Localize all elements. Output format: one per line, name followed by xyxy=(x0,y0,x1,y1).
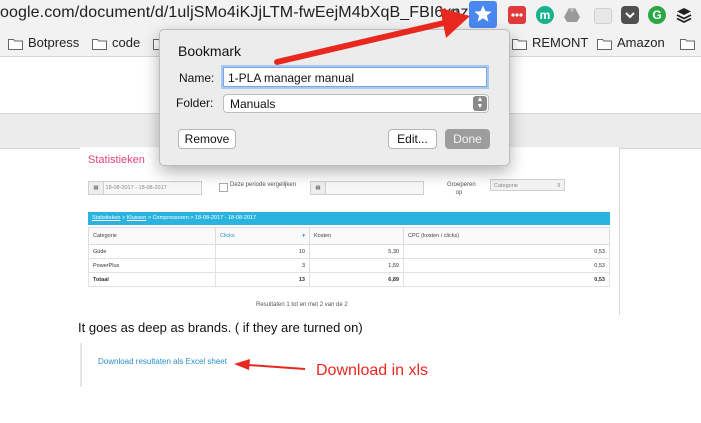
lastpass-icon[interactable] xyxy=(508,6,526,24)
cell-categorie: PowerPlus xyxy=(88,258,216,273)
column-header-label: Clicks xyxy=(220,233,235,239)
bookmark-star-button[interactable] xyxy=(469,1,497,28)
calendar-icon: ▦ xyxy=(311,182,326,194)
bookmark-amazon[interactable]: Amazon xyxy=(597,34,665,52)
page-edge-line xyxy=(619,147,620,315)
dialog-title: Bookmark xyxy=(178,43,242,59)
column-header[interactable]: Clicks ▾ xyxy=(215,227,310,245)
folder-label: Folder: xyxy=(176,96,214,110)
folder-select-value: Manuals xyxy=(230,97,276,111)
group-by-select[interactable]: Categorie ⇕ xyxy=(490,179,565,191)
chevron-updown-icon: ⇕ xyxy=(556,183,561,189)
table-header-row: Categorie Clicks ▾ Kosten CPC (kosten / c… xyxy=(88,227,610,245)
bookmark-dialog: Bookmark Name: 1-PLA manager manual Fold… xyxy=(159,29,510,166)
edit-button[interactable]: Edit... xyxy=(388,129,437,149)
group-by-value: Categorie xyxy=(494,183,518,189)
bookmark-label: REMONT xyxy=(532,35,589,50)
bookmark-label: code xyxy=(112,35,141,50)
chevron-updown-icon: ▲ ▼ xyxy=(473,96,487,111)
google-drive-icon[interactable] xyxy=(563,6,581,24)
folder-select[interactable]: Manuals ▲ ▼ xyxy=(223,94,489,113)
folder-icon xyxy=(597,38,612,50)
breadcrumb-compressoren: Compressoren xyxy=(152,215,189,221)
cell-total-clicks: 13 xyxy=(215,272,310,287)
remove-button[interactable]: Remove xyxy=(178,129,236,149)
cell-total-cpc: 0,53 xyxy=(403,272,610,287)
cell-clicks: 10 xyxy=(215,244,310,259)
results-count: Resultaten 1 tot en met 2 van de 2 xyxy=(256,302,348,308)
column-header[interactable]: Kosten xyxy=(309,227,404,245)
column-header[interactable]: Categorie xyxy=(88,227,216,245)
cell-cpc: 0,53 xyxy=(403,258,610,273)
date-range-input[interactable]: ▦ 18-08-2017 - 18-08-2017 xyxy=(88,181,202,195)
folder-icon xyxy=(8,38,23,50)
breadcrumb-separator: > xyxy=(121,215,126,221)
breadcrumb-separator: > xyxy=(190,215,194,221)
folder-icon xyxy=(512,38,527,50)
group-by-label: Groeperen op xyxy=(447,182,476,196)
search-icon[interactable] xyxy=(449,8,461,20)
column-header[interactable]: CPC (kosten / clicks) xyxy=(403,227,610,245)
bookmark-label: Amazon xyxy=(617,35,665,50)
doc-note-text: It goes as deep as brands. ( if they are… xyxy=(78,320,363,335)
table-total-row: Totaal 13 6,89 0,53 xyxy=(88,272,610,287)
cell-cpc: 0,53 xyxy=(403,244,610,259)
compare-label: Deze periode vergelijken xyxy=(230,182,297,188)
cell-total-kosten: 6,89 xyxy=(309,272,404,287)
window-extension-icon[interactable] xyxy=(594,8,612,24)
bookmark-name-input[interactable]: 1-PLA manager manual xyxy=(223,67,487,87)
download-annotation: Download in xls xyxy=(316,362,429,379)
folder-icon xyxy=(92,38,107,50)
mercury-extension-icon[interactable]: m xyxy=(536,6,554,24)
grammarly-icon[interactable]: G xyxy=(648,6,666,24)
calendar-icon: ▦ xyxy=(89,182,104,194)
stats-table: Categorie Clicks ▾ Kosten CPC (kosten / c… xyxy=(88,227,610,287)
compare-checkbox[interactable] xyxy=(219,183,228,192)
folder-icon xyxy=(680,38,695,50)
cell-kosten: 1,59 xyxy=(309,258,404,273)
cell-kosten: 5,30 xyxy=(309,244,404,259)
breadcrumb-separator: > xyxy=(147,215,152,221)
sort-desc-icon: ▾ xyxy=(302,233,305,239)
bookmark-label: Botpress xyxy=(28,35,80,50)
breadcrumb-statistieken[interactable]: Statistieken xyxy=(92,215,120,221)
buffer-stack-icon[interactable] xyxy=(675,6,693,24)
done-button[interactable]: Done xyxy=(445,129,490,149)
date-range-value: 18-08-2017 - 18-08-2017 xyxy=(105,185,167,191)
name-label: Name: xyxy=(179,71,215,85)
cell-total-label: Totaal xyxy=(88,272,216,287)
compare-date-input[interactable]: ▦ xyxy=(310,181,424,195)
url-text: oogle.com/document/d/1uljSMo4iKJjLTM-fwE… xyxy=(0,4,481,21)
bookmark-botpress[interactable]: Botpress xyxy=(8,34,79,52)
download-excel-link[interactable]: Download resultaten als Excel sheet xyxy=(98,357,227,366)
report-title: Statistieken xyxy=(88,154,145,166)
pocket-icon[interactable] xyxy=(621,6,639,24)
address-bar: oogle.com/document/d/1uljSMo4iKJjLTM-fwE… xyxy=(0,0,701,30)
bookmark-remont[interactable]: REMONT xyxy=(512,34,588,52)
breadcrumb-klussen[interactable]: Klussen xyxy=(127,215,147,221)
report-breadcrumb: Statistieken > Klussen > Compressoren > … xyxy=(88,212,610,225)
star-icon xyxy=(474,5,492,22)
cell-categorie: Güde xyxy=(88,244,216,259)
bookmark-code[interactable]: code xyxy=(92,34,140,52)
cell-clicks: 3 xyxy=(215,258,310,273)
url-field[interactable]: oogle.com/document/d/1uljSMo4iKJjLTM-fwE… xyxy=(0,4,494,22)
table-row: Güde 10 5,30 0,53 xyxy=(88,244,610,259)
breadcrumb-date: 18-08-2017 - 18-08-2017 xyxy=(194,215,257,221)
report-screenshot: Statistieken ▦ 18-08-2017 - 18-08-2017 D… xyxy=(80,147,619,315)
bookmark-h[interactable]: H xyxy=(680,34,701,52)
table-row: PowerPlus 3 1,59 0,53 xyxy=(88,258,610,273)
